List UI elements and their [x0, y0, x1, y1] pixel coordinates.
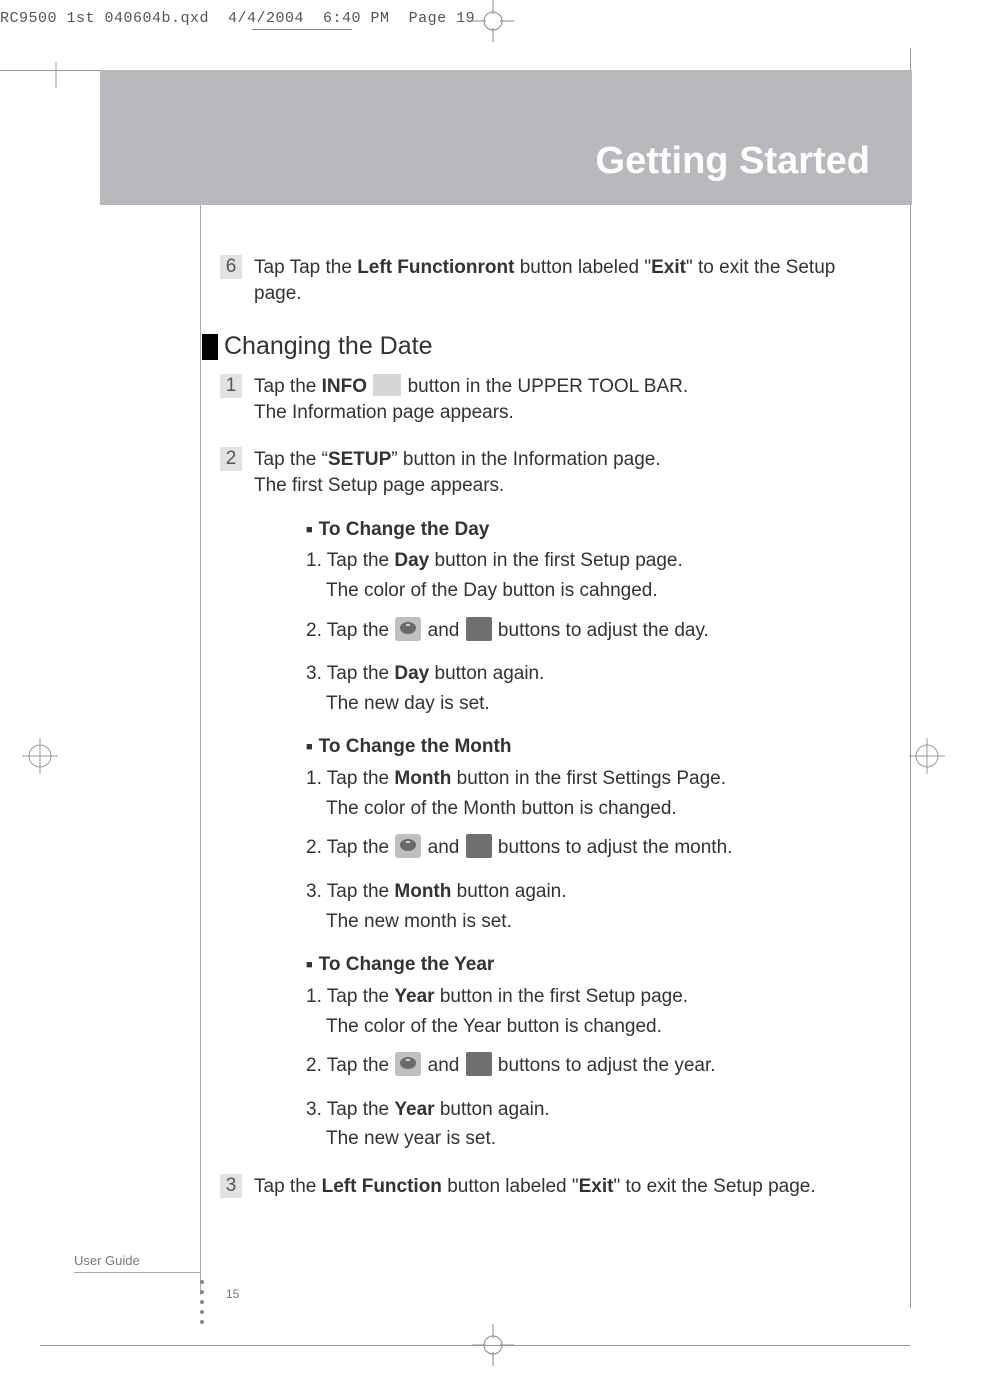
t: buttons to adjust the year. — [493, 1055, 716, 1076]
sub-heading: To Change the Year — [306, 952, 880, 978]
step-text: Tap the “ — [254, 449, 328, 470]
minus-button-icon — [466, 1052, 492, 1076]
sub-step: 2. Tap the and buttons to adjust the day… — [306, 618, 880, 644]
section-heading: Changing the Date — [224, 330, 432, 364]
step-text-bold: SETUP — [328, 449, 391, 470]
t: 3. Tap the — [306, 663, 394, 684]
imposition-line: RC9500 1st 040604b.qxd 4/4/2004 6:40 PM … — [0, 10, 475, 27]
minus-button-icon — [466, 617, 492, 641]
step-text-bold: Exit — [579, 1176, 614, 1197]
sub-heading: To Change the Day — [306, 517, 880, 543]
step-3: 3 Tap the Left Function button labeled "… — [220, 1174, 880, 1200]
t: and — [422, 1055, 464, 1076]
step-text-bold: Left Functionront — [357, 257, 514, 278]
sub-result: The color of the Month button is changed… — [326, 796, 880, 822]
fold-mark-top-icon — [472, 0, 514, 42]
sub-step: 3. Tap the Month button again. — [306, 879, 880, 905]
t: 2. Tap the — [306, 837, 394, 858]
t: 2. Tap the — [306, 620, 394, 641]
page-root: RC9500 1st 040604b.qxd 4/4/2004 6:40 PM … — [0, 0, 987, 1400]
step-number-badge: 2 — [220, 447, 242, 471]
bottom-trim-line — [40, 1345, 910, 1346]
right-trim-line — [910, 48, 911, 1308]
t: Day — [394, 550, 429, 571]
imposition-underline — [252, 16, 352, 30]
t: button in the first Setup page. — [435, 986, 689, 1007]
step-result: The Information page appears. — [254, 402, 514, 423]
sub-step: 1. Tap the Year button in the first Setu… — [306, 984, 880, 1010]
t: 3. Tap the — [306, 1099, 394, 1120]
step-number-badge: 1 — [220, 374, 242, 398]
plus-button-icon — [395, 617, 421, 641]
step-text: " to exit the Setup page. — [613, 1176, 815, 1197]
t: and — [422, 837, 464, 858]
step-number-badge: 6 — [220, 255, 242, 279]
step-text: ” button in the Information page. — [391, 449, 660, 470]
t: button in the first Settings Page. — [451, 768, 726, 789]
t: button again. — [435, 1099, 550, 1120]
t: 3. Tap the — [306, 881, 394, 902]
section-heading-row: Changing the Date — [202, 330, 880, 364]
info-button-icon — [373, 374, 401, 396]
step-text: button labeled " — [442, 1176, 579, 1197]
registration-mark-left-icon — [22, 738, 58, 774]
page-title: Getting Started — [596, 140, 870, 183]
t: button again. — [451, 881, 566, 902]
page-number: 15 — [226, 1287, 239, 1301]
t: 1. Tap the — [306, 550, 394, 571]
footer-dots-icon — [200, 1280, 204, 1324]
heading-marker-icon — [202, 334, 218, 360]
sub-step: 2. Tap the and buttons to adjust the yea… — [306, 1053, 880, 1079]
sub-step: 1. Tap the Day button in the first Setup… — [306, 548, 880, 574]
t: 2. Tap the — [306, 1055, 394, 1076]
content-area: 6 Tap Tap the Left Functionront button l… — [220, 255, 880, 1222]
step-2: 2 Tap the “SETUP” button in the Informat… — [220, 447, 880, 1152]
step-text: Tap the — [254, 376, 322, 397]
t: 1. Tap the — [306, 986, 394, 1007]
subsection-month: To Change the Month 1. Tap the Month but… — [306, 734, 880, 934]
t: and — [422, 620, 464, 641]
sub-result: The new day is set. — [326, 691, 880, 717]
plus-button-icon — [395, 1052, 421, 1076]
t: Year — [394, 1099, 434, 1120]
step-text-bold: Exit — [651, 257, 686, 278]
t: button again. — [429, 663, 544, 684]
step-6: 6 Tap Tap the Left Functionront button l… — [220, 255, 880, 306]
sub-heading: To Change the Month — [306, 734, 880, 760]
sub-result: The color of the Year button is changed. — [326, 1014, 880, 1040]
subsection-day: To Change the Day 1. Tap the Day button … — [306, 517, 880, 717]
sub-step: 3. Tap the Year button again. — [306, 1097, 880, 1123]
subsection-year: To Change the Year 1. Tap the Year butto… — [306, 952, 880, 1152]
sub-result: The color of the Day button is cahnged. — [326, 578, 880, 604]
t: Month — [394, 881, 451, 902]
t: 1. Tap the — [306, 768, 394, 789]
vertical-divider — [200, 205, 201, 1295]
sub-step: 2. Tap the and buttons to adjust the mon… — [306, 835, 880, 861]
step-text: button labeled " — [514, 257, 651, 278]
registration-mark-right-icon — [909, 738, 945, 774]
step-number-badge: 3 — [220, 1174, 242, 1198]
step-text: button in the UPPER TOOL BAR. — [408, 376, 689, 397]
footer-label: User Guide — [74, 1253, 140, 1268]
minus-button-icon — [466, 834, 492, 858]
sub-step: 3. Tap the Day button again. — [306, 661, 880, 687]
t: Day — [394, 663, 429, 684]
step-text-bold: INFO — [322, 376, 367, 397]
t: buttons to adjust the month. — [493, 837, 733, 858]
sub-result: The new year is set. — [326, 1126, 880, 1152]
t: Year — [394, 986, 434, 1007]
t: Month — [394, 768, 451, 789]
step-text: Tap the — [254, 1176, 322, 1197]
footer-rule — [74, 1272, 200, 1273]
sub-step: 1. Tap the Month button in the first Set… — [306, 766, 880, 792]
step-1: 1 Tap the INFO button in the UPPER TOOL … — [220, 374, 880, 425]
t: button in the first Setup page. — [429, 550, 683, 571]
sub-result: The new month is set. — [326, 909, 880, 935]
step-text: Tap Tap the — [254, 257, 357, 278]
t: buttons to adjust the day. — [493, 620, 709, 641]
header-banner: Getting Started — [100, 70, 912, 205]
step-text-bold: Left Function — [322, 1176, 442, 1197]
plus-button-icon — [395, 834, 421, 858]
step-result: The first Setup page appears. — [254, 475, 504, 496]
